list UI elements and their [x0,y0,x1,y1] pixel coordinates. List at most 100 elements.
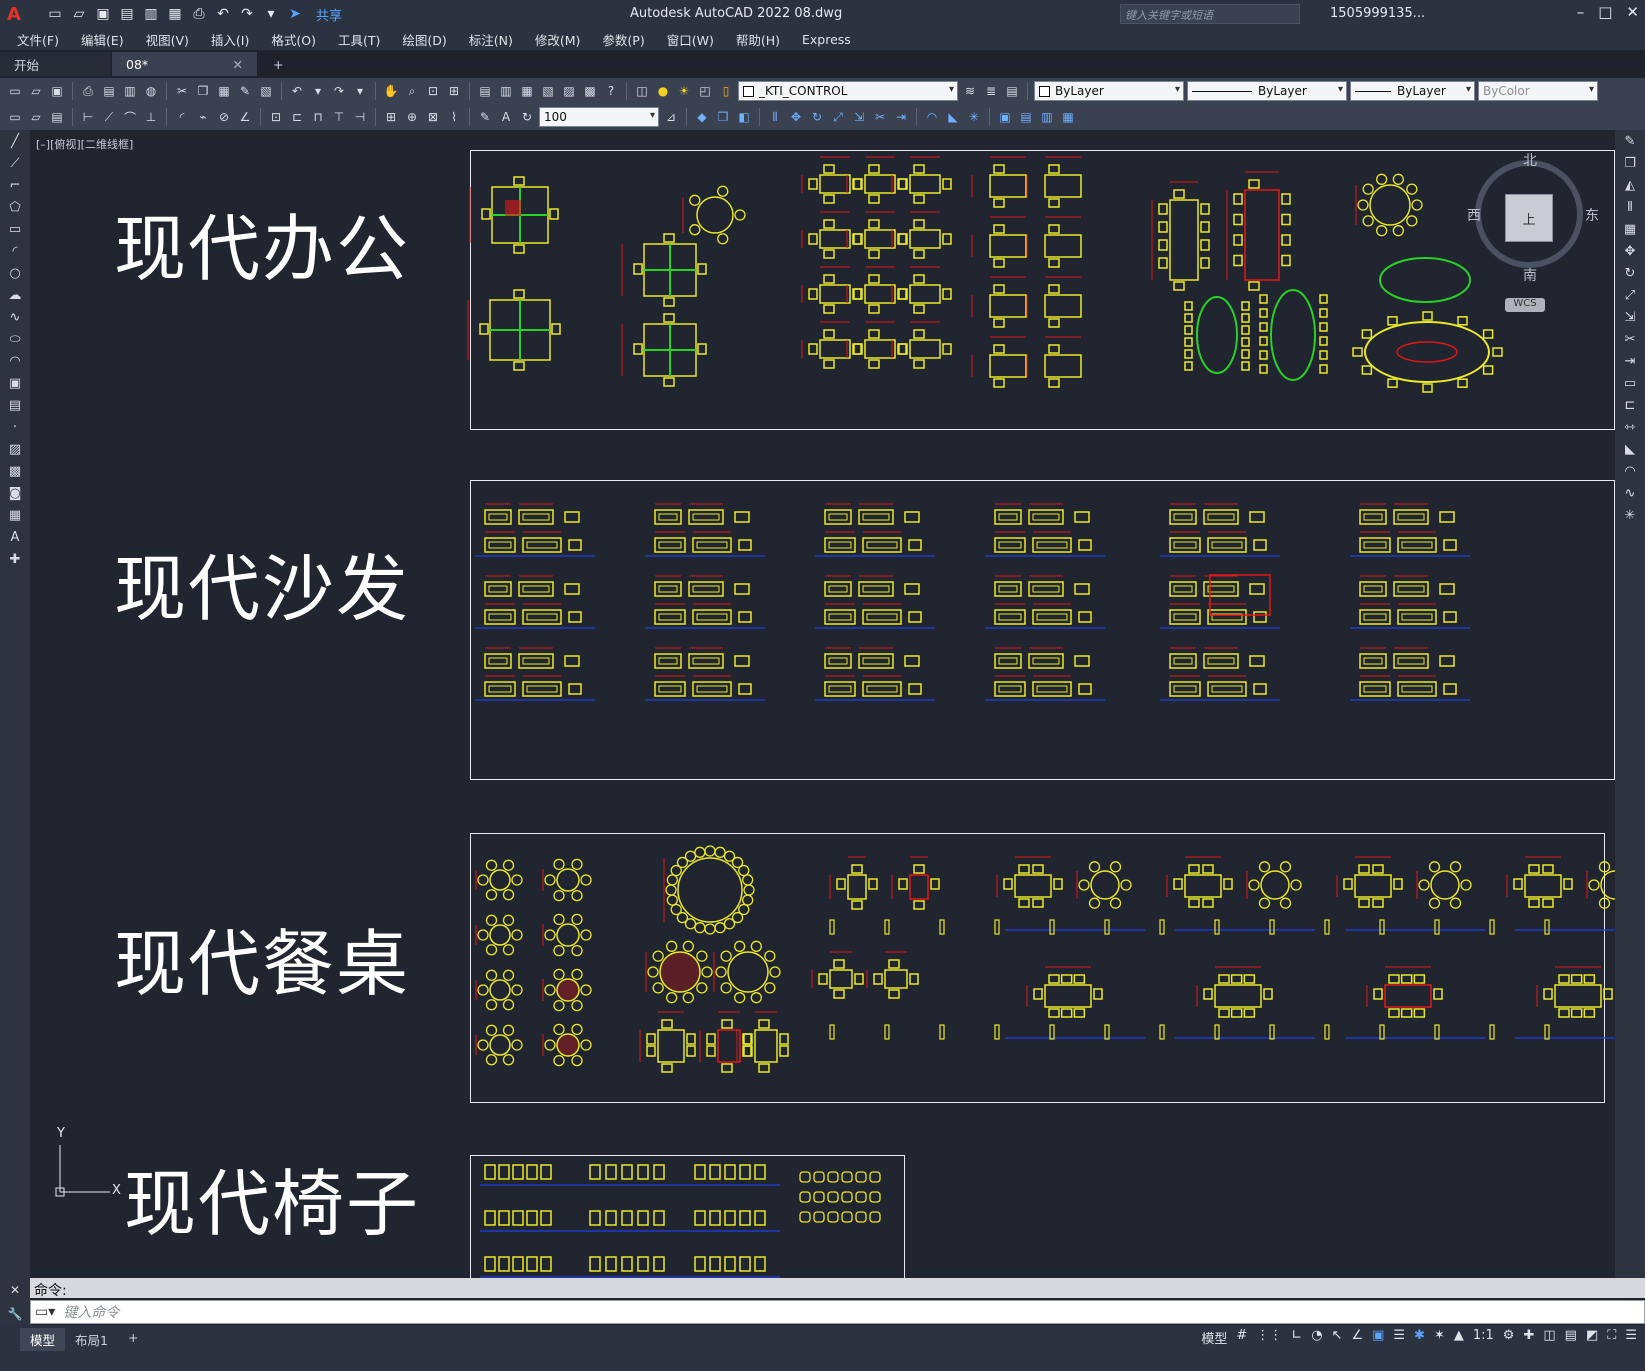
extend-icon[interactable]: ⇥ [892,108,910,126]
save-web-icon[interactable]: ▦ [166,5,184,23]
dim-style-icon[interactable]: ▱ [27,108,45,126]
save-as-icon[interactable]: ▤ [118,5,136,23]
hatch-icon[interactable]: ▨ [0,438,30,460]
text-style-icon[interactable]: ▭ [6,108,24,126]
rotate-icon[interactable]: ↻ [1615,262,1645,284]
color-dropdown[interactable]: ByLayer ▾ [1034,81,1184,101]
add-layout-button[interactable]: + [118,1328,148,1347]
mirror-icon[interactable]: ◭ [1615,174,1645,196]
construction-line-icon[interactable]: ⟋ [0,152,30,174]
match-properties-icon[interactable]: ✎ [236,82,254,100]
undo-icon[interactable]: ↶ [214,5,232,23]
xref-icon[interactable]: ▦ [1059,108,1077,126]
fullscreen-icon[interactable]: ⛶ [1607,1328,1616,1347]
plot-icon[interactable]: ⎙ [79,82,97,100]
auto-scale-icon[interactable]: ✶ [1434,1328,1445,1347]
help-icon[interactable]: ? [602,82,620,100]
customize-icon[interactable]: ▾ [262,5,280,23]
plus-icon[interactable]: ✚ [1523,1328,1534,1347]
menu-express[interactable]: Express [791,32,862,47]
user-account[interactable]: 1505999135... [1330,6,1425,21]
properties-icon[interactable]: ▤ [476,82,494,100]
calculator-icon[interactable]: ▩ [581,82,599,100]
zoom-window-icon[interactable]: ⊡ [424,82,442,100]
save-icon[interactable]: ▣ [94,5,112,23]
web-icon[interactable]: ◍ [142,82,160,100]
inspect-icon[interactable]: ⊠ [424,108,442,126]
zoom-previous-icon[interactable]: ⊞ [445,82,463,100]
dim-radius-icon[interactable]: ◜ [173,108,191,126]
add-selected-icon[interactable]: ✚ [0,548,30,570]
tab-start[interactable]: 开始 [0,52,110,76]
move-icon[interactable]: ✥ [1615,240,1645,262]
break-icon[interactable]: ▭ [1615,372,1645,394]
erase-icon[interactable]: ✎ [1615,130,1645,152]
viewcube-south[interactable]: 南 [1523,265,1537,285]
stretch-icon[interactable]: ⇲ [850,108,868,126]
make-block-icon[interactable]: ▤ [0,394,30,416]
scale-icon[interactable]: ⤢ [1615,284,1645,306]
quick-dim-icon[interactable]: ⊡ [267,108,285,126]
open-icon[interactable]: ▱ [27,82,45,100]
osnap-tracking-icon[interactable]: ↖ [1332,1328,1343,1347]
polyline-icon[interactable]: ⌐ [0,174,30,196]
scale-icon[interactable]: ⤢ [829,108,847,126]
undo-drop-icon[interactable]: ▾ [309,82,327,100]
layer-lock-icon[interactable]: ▯ [717,82,735,100]
layout-tab-layout1[interactable]: 布局1 [65,1328,118,1351]
markup-icon[interactable]: ▨ [560,82,578,100]
drawing-canvas[interactable]: [–][俯视][二维线框] 现代办公 现代沙发 现代餐桌 现代椅子 北 南 东 … [30,130,1615,1278]
copy-icon[interactable]: ❐ [194,82,212,100]
close-button[interactable]: ✕ [1626,3,1639,21]
plotstyle-dropdown[interactable]: ByColor ▾ [1478,81,1598,101]
dim-diameter-icon[interactable]: ⊘ [215,108,233,126]
mtext-icon[interactable]: A [0,526,30,548]
layer-state-icon[interactable]: ▤ [1003,82,1021,100]
menu-window[interactable]: 窗口(W) [656,30,725,49]
autocad-logo-icon[interactable]: A [0,0,28,28]
close-command-icon[interactable]: ✕ [10,1283,20,1297]
redo-icon[interactable]: ↷ [238,5,256,23]
menu-format[interactable]: 格式(O) [260,30,327,49]
dim-text-edit-icon[interactable]: A [497,108,515,126]
menu-file[interactable]: 文件(F) [6,30,70,49]
center-mark-icon[interactable]: ⊕ [403,108,421,126]
fillet-icon[interactable]: ◠ [1615,460,1645,482]
dim-break-icon[interactable]: ⊣ [351,108,369,126]
search-input[interactable]: 键入关键字或短语 [1120,4,1300,24]
gradient-icon[interactable]: ▩ [0,460,30,482]
pan-icon[interactable]: ✋ [382,82,400,100]
units-icon[interactable]: ◫ [1543,1328,1555,1347]
dim-aligned-icon[interactable]: ⟋ [100,108,118,126]
stretch-icon[interactable]: ⇲ [1615,306,1645,328]
menu-draw[interactable]: 绘图(D) [391,30,457,49]
gear-icon[interactable]: ⚙ [1503,1328,1515,1347]
menu-modify[interactable]: 修改(M) [524,30,592,49]
erase-icon[interactable]: ◆ [693,108,711,126]
viewcube[interactable]: 北 南 东 西 上 WCS [1467,150,1599,312]
paste-icon[interactable]: ▦ [215,82,233,100]
customize-command-icon[interactable]: 🔧 [8,1307,23,1321]
open-web-icon[interactable]: ▥ [142,5,160,23]
menu-parametric[interactable]: 参数(P) [591,30,655,49]
command-input[interactable]: 键入命令 [63,1302,119,1322]
polygon-icon[interactable]: ⬠ [0,196,30,218]
snap-icon[interactable]: ⋮⋮ [1256,1328,1282,1347]
zoom-realtime-icon[interactable]: ⌕ [403,82,421,100]
wcs-menu[interactable]: WCS [1505,298,1545,312]
rotate-icon[interactable]: ↻ [808,108,826,126]
grid-icon[interactable]: # [1236,1328,1247,1347]
menu-edit[interactable]: 编辑(E) [70,30,135,49]
explode-icon[interactable]: ✳ [965,108,983,126]
dim-baseline-icon[interactable]: ⊏ [288,108,306,126]
dim-jogged-icon[interactable]: ⌁ [194,108,212,126]
polar-icon[interactable]: ◔ [1311,1328,1322,1347]
join-icon[interactable]: ⇿ [1615,416,1645,438]
dim-linear-icon[interactable]: ⊢ [79,108,97,126]
copy-object-icon[interactable]: ❐ [714,108,732,126]
dim-scale-dropdown[interactable]: 100 ▾ [539,107,659,127]
dim-angular-icon[interactable]: ∠ [236,108,254,126]
maximize-button[interactable]: □ [1598,3,1612,21]
make-current-icon[interactable]: ≋ [961,82,979,100]
lineweight-dropdown[interactable]: ByLayer ▾ [1350,81,1475,101]
